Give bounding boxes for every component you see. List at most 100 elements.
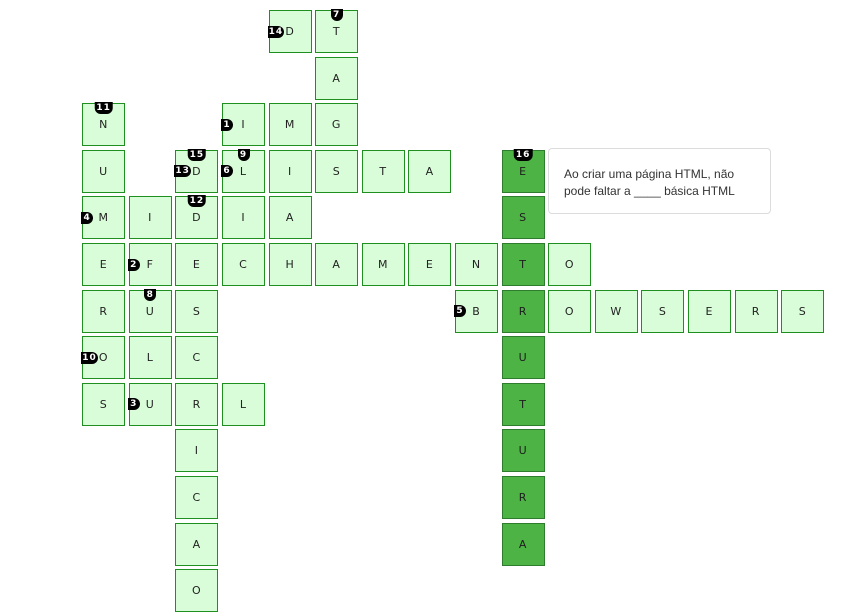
crossword-cell[interactable]: O xyxy=(548,289,592,333)
crossword-cell[interactable]: B5 xyxy=(454,289,498,333)
crossword-cell[interactable]: T7 xyxy=(315,9,359,53)
cell-letter: R xyxy=(518,491,528,504)
crossword-cell[interactable]: O 10 xyxy=(81,336,126,380)
cell-letter: I xyxy=(194,444,200,458)
crossword-cell[interactable]: R xyxy=(82,289,126,333)
crossword-cell[interactable]: C xyxy=(175,476,219,519)
cell-letter: D xyxy=(192,164,202,178)
crossword-cell[interactable]: W xyxy=(594,289,638,333)
cell-letter: B xyxy=(472,304,481,318)
crossword-cell[interactable]: E xyxy=(82,243,126,286)
crossword-cell[interactable]: S xyxy=(781,289,825,333)
crossword-cell[interactable]: D 12 xyxy=(175,195,219,240)
cell-letter: T xyxy=(332,25,341,38)
cell-letter: F xyxy=(146,258,154,271)
cell-letter: T xyxy=(519,397,527,411)
crossword-cell[interactable]: A xyxy=(175,522,219,566)
crossword-cell[interactable]: O xyxy=(548,243,592,286)
cell-letter: O xyxy=(98,351,109,365)
cell-letter: O xyxy=(564,304,575,318)
crossword-cell[interactable]: I xyxy=(268,149,312,193)
crossword-cell[interactable]: U xyxy=(501,336,545,380)
crossword-cell[interactable]: I1 xyxy=(221,103,265,147)
crossword-cell[interactable]: D 14 xyxy=(267,10,312,53)
crossword-cell[interactable]: S xyxy=(315,149,359,193)
cell-letter: U xyxy=(518,351,528,365)
crossword-grid: D 14 T 7 A N 11 I 1 M G U D 15 13 L 9 6 I S T A E 16 M 4 I D 12 I A S E F… xyxy=(0,0,841,616)
clue-number-badge: 2 xyxy=(127,258,140,271)
cell-letter: T xyxy=(519,258,527,271)
clue-number-badge: 15 xyxy=(187,148,207,161)
cell-letter: E xyxy=(705,304,714,318)
crossword-cell[interactable]: N xyxy=(455,243,498,286)
cell-letter: S xyxy=(192,304,201,318)
cell-letter: S xyxy=(332,164,341,178)
crossword-cell[interactable]: S xyxy=(641,289,685,333)
cell-letter: E xyxy=(192,258,201,271)
cell-letter: A xyxy=(518,537,528,551)
crossword-cell[interactable]: I xyxy=(175,429,219,473)
crossword-cell[interactable]: U8 xyxy=(128,288,172,333)
cell-letter: E xyxy=(425,258,434,271)
crossword-cell[interactable]: N 11 xyxy=(82,102,126,147)
crossword-cell[interactable]: T xyxy=(361,149,405,193)
crossword-cell[interactable]: C xyxy=(175,336,219,380)
cell-letter: C xyxy=(239,258,248,271)
crossword-cell[interactable]: R xyxy=(501,289,545,333)
cell-letter: A xyxy=(192,537,202,551)
crossword-cell[interactable]: L 96 xyxy=(221,148,265,193)
crossword-cell[interactable]: M xyxy=(268,103,312,147)
crossword-cell[interactable]: R xyxy=(501,476,545,519)
crossword-cell[interactable]: A xyxy=(268,196,312,240)
crossword-cell[interactable]: U3 xyxy=(127,382,172,426)
cell-letter: L xyxy=(239,397,248,411)
crossword-cell[interactable]: A xyxy=(501,522,545,566)
crossword-cell[interactable]: L xyxy=(128,336,172,380)
cell-letter: L xyxy=(146,351,154,365)
crossword-cell[interactable]: E xyxy=(175,243,219,286)
crossword-cell[interactable]: G xyxy=(315,103,359,147)
cell-letter: M xyxy=(378,258,389,271)
crossword-cell[interactable]: O xyxy=(175,569,219,613)
cell-letter: N xyxy=(471,258,482,271)
crossword-cell[interactable]: R xyxy=(175,382,219,426)
cell-letter: R xyxy=(518,304,528,318)
crossword-cell[interactable]: H xyxy=(268,243,312,286)
crossword-cell[interactable]: R xyxy=(734,289,778,333)
clue-number-badge: 8 xyxy=(144,288,157,301)
crossword-cell[interactable]: D 15 13 xyxy=(174,148,219,193)
cell-letter: R xyxy=(99,304,109,318)
crossword-cell[interactable]: E xyxy=(408,243,452,286)
crossword-cell[interactable]: S xyxy=(175,289,219,333)
cell-letter: D xyxy=(192,211,202,225)
crossword-cell[interactable]: I xyxy=(222,196,265,240)
crossword-cell[interactable]: A xyxy=(408,149,452,193)
crossword-cell[interactable]: S xyxy=(82,382,126,426)
crossword-cell[interactable]: I xyxy=(128,196,172,240)
crossword-cell[interactable]: A xyxy=(315,243,359,286)
crossword-cell[interactable]: L xyxy=(222,382,265,426)
crossword-cell[interactable]: F2 xyxy=(127,243,172,286)
cell-letter: R xyxy=(751,304,761,318)
crossword-cell[interactable]: E 16 xyxy=(501,148,545,193)
crossword-cell[interactable]: M xyxy=(361,243,405,286)
crossword-cell[interactable]: S xyxy=(501,196,545,240)
cell-letter: C xyxy=(192,491,202,504)
crossword-cell[interactable]: A xyxy=(315,56,359,100)
clue-number-badge: 3 xyxy=(127,398,140,411)
crossword-cell[interactable]: U xyxy=(82,149,126,193)
crossword-cell[interactable]: M4 xyxy=(81,196,126,240)
cell-letter: S xyxy=(798,304,807,318)
cell-letter: S xyxy=(519,211,528,225)
cell-letter: U xyxy=(99,164,109,178)
crossword-cell[interactable]: T xyxy=(501,243,545,286)
cell-letter: M xyxy=(284,118,296,132)
crossword-cell[interactable]: U xyxy=(501,429,545,473)
cell-letter: W xyxy=(610,304,623,318)
cell-letter: T xyxy=(379,164,388,178)
crossword-cell[interactable]: E xyxy=(688,289,731,333)
clue-number-badge: 9 xyxy=(237,148,250,161)
crossword-cell[interactable]: C xyxy=(222,243,265,286)
clue-number-badge: 1 xyxy=(221,118,233,131)
crossword-cell[interactable]: T xyxy=(501,382,545,426)
